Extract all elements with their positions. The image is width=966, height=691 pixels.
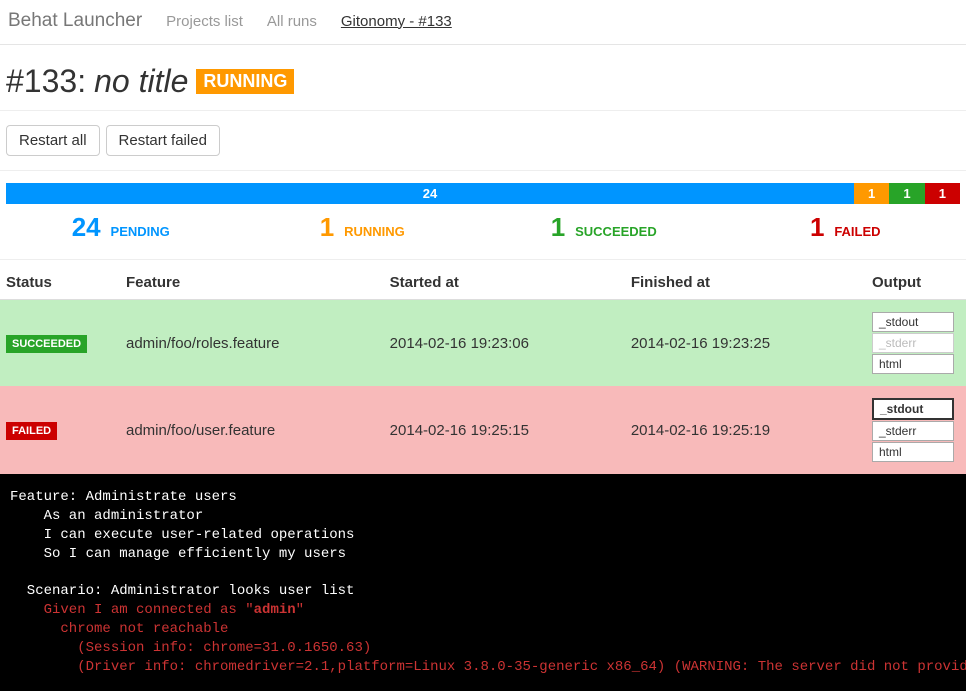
summary-running-label: RUNNING [344, 224, 405, 239]
results-table: Status Feature Started at Finished at Ou… [0, 266, 966, 474]
nav-allruns[interactable]: All runs [267, 13, 317, 30]
page-title: #133: no title RUNNING [6, 63, 960, 100]
output-html-button[interactable]: html [872, 354, 954, 374]
col-finished: Finished at [625, 266, 866, 300]
page-header: #133: no title RUNNING [0, 45, 966, 111]
restart-failed-button[interactable]: Restart failed [106, 125, 220, 156]
output-stdout-button[interactable]: _stdout [872, 312, 954, 332]
col-started: Started at [384, 266, 625, 300]
row-started: 2014-02-16 19:25:15 [384, 386, 625, 474]
run-id: #133: [6, 63, 86, 100]
run-subtitle: no title [94, 63, 188, 100]
row-finished: 2014-02-16 19:25:19 [625, 386, 866, 474]
row-started: 2014-02-16 19:23:06 [384, 300, 625, 387]
summary-failed-label: FAILED [834, 224, 880, 239]
summary-pending-count: 24 [72, 212, 101, 242]
status-badge-running: RUNNING [196, 69, 294, 94]
actions-bar: Restart all Restart failed [0, 111, 966, 171]
summary-running-count: 1 [320, 212, 334, 242]
summary-running: 1 RUNNING [242, 212, 484, 243]
nav-current[interactable]: Gitonomy - #133 [341, 13, 452, 30]
summary-succeeded-label: SUCCEEDED [575, 224, 657, 239]
summary-succeeded: 1 SUCCEEDED [483, 212, 725, 243]
progress-succeeded: 1 [889, 183, 924, 204]
navbar: Behat Launcher Projects list All runs Gi… [0, 0, 966, 45]
progress-running: 1 [854, 183, 889, 204]
progress-bar: 24 1 1 1 [6, 183, 960, 204]
output-html-button[interactable]: html [872, 442, 954, 462]
console-output: Feature: Administrate users As an admini… [0, 474, 966, 691]
row-feature: admin/foo/user.feature [120, 386, 384, 474]
output-stderr-button[interactable]: _stderr [872, 333, 954, 353]
brand-link[interactable]: Behat Launcher [8, 10, 142, 32]
summary-pending-label: PENDING [111, 224, 170, 239]
nav-projects[interactable]: Projects list [166, 13, 243, 30]
summary-succeeded-count: 1 [551, 212, 565, 242]
row-status-badge: FAILED [6, 422, 57, 440]
table-row: SUCCEEDED admin/foo/roles.feature 2014-0… [0, 300, 966, 387]
row-finished: 2014-02-16 19:23:25 [625, 300, 866, 387]
summary-failed-count: 1 [810, 212, 824, 242]
summary-pending: 24 PENDING [0, 212, 242, 243]
col-output: Output [866, 266, 966, 300]
summary-row: 24 PENDING 1 RUNNING 1 SUCCEEDED 1 FAILE… [0, 204, 966, 260]
row-status-badge: SUCCEEDED [6, 335, 87, 353]
progress-failed: 1 [925, 183, 960, 204]
output-stdout-button[interactable]: _stdout [872, 398, 954, 420]
col-status: Status [0, 266, 120, 300]
summary-failed: 1 FAILED [725, 212, 966, 243]
row-feature: admin/foo/roles.feature [120, 300, 384, 387]
restart-all-button[interactable]: Restart all [6, 125, 100, 156]
table-row: FAILED admin/foo/user.feature 2014-02-16… [0, 386, 966, 474]
progress-pending: 24 [6, 183, 854, 204]
output-stderr-button[interactable]: _stderr [872, 421, 954, 441]
col-feature: Feature [120, 266, 384, 300]
